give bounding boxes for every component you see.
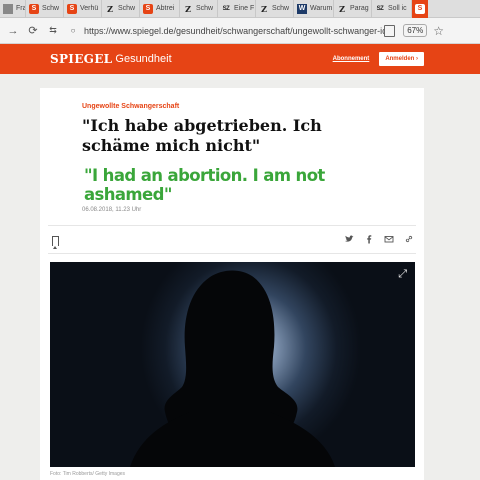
spiegel-icon: S xyxy=(29,3,39,14)
image-credit: Foto: Tim Robberts/ Getty Images xyxy=(50,471,126,477)
login-label: Anmelden xyxy=(385,56,415,62)
bookmark-star-icon[interactable]: ☆ xyxy=(433,24,444,38)
article-hero-image[interactable]: ⤢ xyxy=(50,262,415,467)
spiegel-logo[interactable]: SPIEGEL xyxy=(50,52,112,66)
link-icon[interactable] xyxy=(404,234,414,244)
login-button[interactable]: Anmelden › xyxy=(379,52,424,66)
browser-tab-label: Schw xyxy=(118,5,136,12)
browser-tab-label: Soll ic xyxy=(388,5,407,12)
refresh-icon[interactable]: ⟳ xyxy=(26,24,40,38)
browser-tab-label: Abtrei xyxy=(156,5,175,12)
article-date: 06.08.2018, 11.23 Uhr xyxy=(82,207,142,213)
browser-tab[interactable]: W Warum xyxy=(294,0,334,18)
divider xyxy=(48,253,416,254)
browser-tab[interactable]: Z Schw xyxy=(256,0,294,18)
spiegel-icon: S xyxy=(415,3,425,14)
section-name[interactable]: Gesundheit xyxy=(115,53,171,65)
lock-icon[interactable]: ○ xyxy=(66,24,80,38)
browser-tab-label: Warum xyxy=(310,5,333,12)
arrow-right-icon[interactable]: → xyxy=(6,24,20,38)
browser-tab-label: Parag xyxy=(350,5,369,12)
site-header: SPIEGEL Gesundheit Abonnement Anmelden › xyxy=(0,44,480,74)
divider xyxy=(48,225,416,226)
twitter-icon[interactable] xyxy=(344,234,354,244)
reader-view-icon[interactable] xyxy=(384,24,396,37)
browser-tab[interactable]: S Verhü xyxy=(64,0,102,18)
spiegel-icon: S xyxy=(67,3,77,14)
expand-image-icon[interactable]: ⤢ xyxy=(398,268,407,281)
welt-icon: W xyxy=(297,3,307,14)
browser-tab-label: Schw xyxy=(196,5,214,12)
sz-icon: SZ xyxy=(222,5,230,12)
browser-tab-active[interactable]: S xyxy=(412,0,428,18)
browser-tab-label: Schw xyxy=(42,5,60,12)
zeit-icon: Z xyxy=(107,3,113,14)
bookmark-icon[interactable] xyxy=(52,236,59,249)
article-kicker: Ungewollte Schwangerschaft xyxy=(82,103,180,110)
zeit-icon: Z xyxy=(339,3,345,14)
mail-icon[interactable] xyxy=(384,234,394,244)
browser-tab-label: Schw xyxy=(272,5,290,12)
browser-tab[interactable]: S Schw xyxy=(26,0,64,18)
browser-tab[interactable]: Frau s xyxy=(0,0,26,18)
sz-icon: SZ xyxy=(376,5,384,12)
translation-overlay: "I had an abortion. I am not ashamed" xyxy=(84,166,325,204)
zeit-icon: Z xyxy=(185,3,191,14)
generic-page-icon xyxy=(3,3,13,14)
url-bar[interactable]: https://www.spiegel.de/gesundheit/schwan… xyxy=(84,26,384,36)
zoom-level[interactable]: 67% xyxy=(403,24,428,37)
browser-tab-label: Verhü xyxy=(80,5,99,12)
browser-tab-label: Frau s xyxy=(16,5,25,12)
share-bar xyxy=(344,234,414,244)
article-card: Ungewollte Schwangerschaft "Ich habe abg… xyxy=(40,88,424,480)
browser-tab[interactable]: Z Parag xyxy=(334,0,372,18)
woman-silhouette-image xyxy=(130,270,335,467)
spiegel-icon: S xyxy=(143,3,153,14)
zeit-icon: Z xyxy=(261,3,267,14)
facebook-icon[interactable] xyxy=(364,234,374,244)
browser-tab[interactable]: SZ Soll ic xyxy=(372,0,412,18)
browser-tab[interactable]: SZ Eine F xyxy=(218,0,256,18)
article-headline: "Ich habe abgetrieben. Ich schäme mich n… xyxy=(82,116,322,155)
browser-tab[interactable]: Z Schw xyxy=(102,0,140,18)
subscribe-link[interactable]: Abonnement xyxy=(333,56,370,62)
browser-tab-strip: Frau sSSchwSVerhüZSchwSAbtreiZSchwSZEine… xyxy=(0,0,480,18)
browser-tab[interactable]: Z Schw xyxy=(180,0,218,18)
browser-tab[interactable]: S Abtrei xyxy=(140,0,180,18)
tracking-protection-icon[interactable]: ⇆ xyxy=(46,24,60,38)
browser-tab-label: Eine F xyxy=(234,5,255,12)
browser-navigation-bar: → ⟳ ⇆ ○ https://www.spiegel.de/gesundhei… xyxy=(0,18,480,44)
